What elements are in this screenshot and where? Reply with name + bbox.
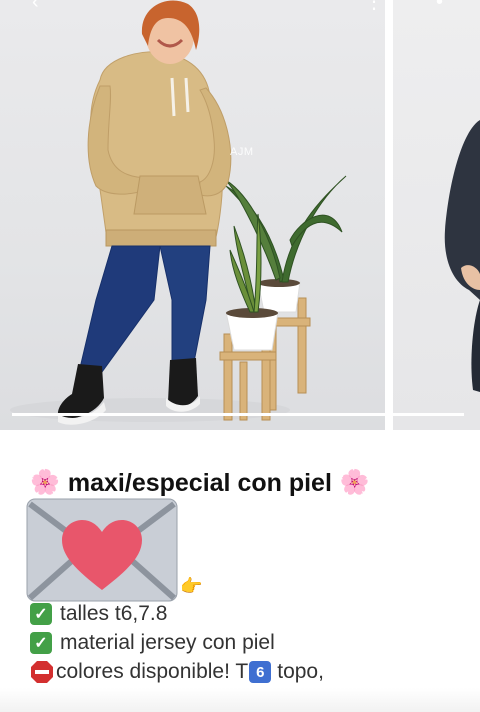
- carousel-slide-1[interactable]: AJM: [0, 0, 385, 430]
- photo-watermark: AJM: [230, 146, 254, 158]
- check-icon: ✓: [30, 632, 52, 654]
- carousel-progress-fill: [12, 413, 464, 416]
- cherry-blossom-icon: 🌸: [339, 469, 370, 496]
- love-letter-icon: [26, 498, 178, 602]
- more-options-icon[interactable]: ⋮: [364, 0, 384, 12]
- list-item: ✓ talles t6,7.8: [30, 600, 167, 628]
- list-item-text: material jersey con piel: [60, 631, 275, 654]
- next-photo-preview: [444, 120, 480, 392]
- post-title-row: 🌸 maxi/especial con piel 🌸: [30, 466, 370, 500]
- keycap-six-icon: 6: [249, 661, 272, 683]
- back-arrow-icon[interactable]: ‹: [32, 0, 39, 12]
- bottom-fade: [0, 688, 480, 712]
- pointing-hand-icon: 👉: [180, 576, 203, 596]
- model-photo: [10, 0, 347, 425]
- post-title: maxi/especial con piel: [67, 468, 332, 497]
- photo-carousel[interactable]: AJM ‹ ⋮ •: [0, 0, 480, 430]
- carousel-slide-2-peek[interactable]: [393, 0, 480, 430]
- slide-divider: [385, 0, 393, 430]
- list-item-text: topo,: [277, 660, 324, 683]
- carousel-progress-track: [12, 413, 464, 416]
- stop-sign-icon: [31, 661, 53, 683]
- list-item: ✓ material jersey con piel: [30, 629, 275, 657]
- list-item: colores disponible! T 6 topo,: [30, 658, 324, 686]
- post-description: 🌸 maxi/especial con piel 🌸 👉 ✓ talles t6…: [0, 430, 480, 712]
- list-item-text: colores disponible! T: [56, 660, 249, 683]
- check-icon: ✓: [30, 603, 52, 625]
- close-icon[interactable]: •: [436, 0, 443, 12]
- list-item-text: talles t6,7.8: [60, 602, 168, 625]
- cherry-blossom-icon: 🌸: [30, 469, 60, 496]
